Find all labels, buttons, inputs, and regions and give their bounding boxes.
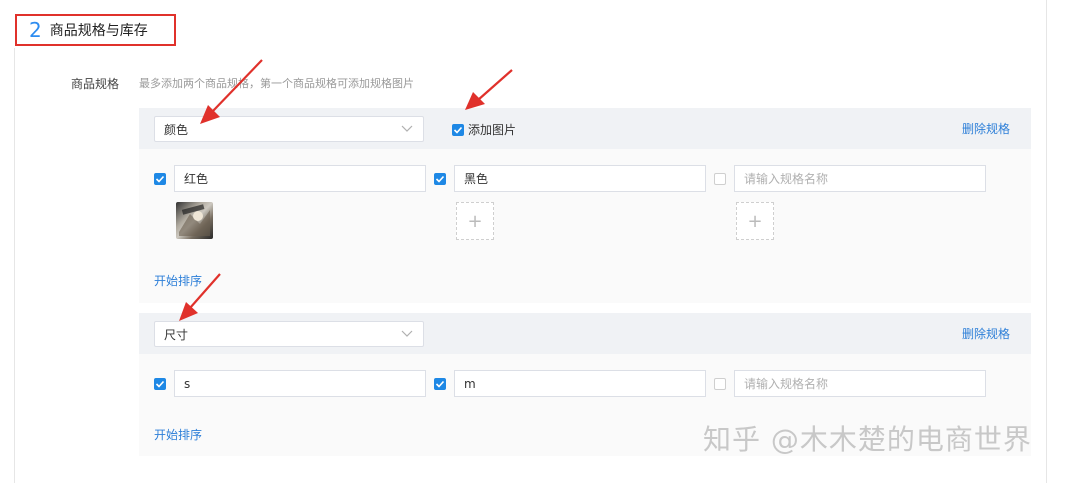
spec-value-checkbox[interactable]	[714, 377, 726, 390]
spec-hint: 最多添加两个商品规格，第一个商品规格可添加规格图片	[139, 77, 414, 90]
check-icon	[435, 380, 445, 388]
spec-value-checkbox[interactable]	[154, 377, 166, 390]
section-number: 2	[29, 18, 42, 42]
add-image-label: 添加图片	[468, 123, 517, 137]
upload-image-button[interactable]: +	[736, 202, 774, 240]
chevron-down-icon	[401, 125, 413, 132]
spec-value-input[interactable]: m	[454, 370, 706, 397]
check-icon	[453, 126, 463, 134]
spec-value-input[interactable]: 黑色	[454, 165, 706, 192]
panel-right-border	[1046, 0, 1047, 483]
annotation-arrow-icon	[465, 69, 513, 110]
plus-icon: +	[747, 210, 763, 232]
plus-icon: +	[467, 210, 483, 232]
spec-value-1-1: 红色	[154, 165, 426, 192]
chevron-down-icon	[401, 330, 413, 337]
check-icon	[155, 380, 165, 388]
spec-group-1-select[interactable]: 颜色	[154, 116, 424, 142]
spec-group-1-body: 红色 黑色 请输入规格名称 + + 开始排序	[139, 149, 1031, 303]
section-title: 商品规格与库存	[49, 23, 148, 39]
spec-value-2-3: 请输入规格名称	[714, 370, 986, 397]
spec-image-thumbnail[interactable]	[176, 202, 213, 239]
watermark-text: 知乎 @木木楚的电商世界	[703, 423, 1032, 456]
spec-value-new-input[interactable]: 请输入规格名称	[734, 370, 986, 397]
spec-value-checkbox[interactable]	[154, 172, 166, 185]
delete-spec-button-1[interactable]: 删除规格	[962, 120, 1010, 137]
spec-group-1-select-value: 颜色	[164, 122, 189, 137]
check-icon	[435, 175, 445, 183]
delete-spec-button-2[interactable]: 删除规格	[962, 325, 1010, 342]
spec-label: 商品规格	[71, 77, 120, 91]
check-icon	[155, 175, 165, 183]
spec-value-1-3: 请输入规格名称	[714, 165, 986, 192]
spec-value-checkbox[interactable]	[434, 172, 446, 185]
start-sort-link-2[interactable]: 开始排序	[154, 426, 202, 443]
spec-value-1-2: 黑色	[434, 165, 706, 192]
panel-left-border	[14, 48, 15, 483]
spec-group-2-header: 尺寸 删除规格	[139, 313, 1031, 354]
spec-value-input[interactable]: s	[174, 370, 426, 397]
start-sort-link-1[interactable]: 开始排序	[154, 272, 202, 289]
spec-value-checkbox[interactable]	[434, 377, 446, 390]
upload-image-button[interactable]: +	[456, 202, 494, 240]
spec-group-1-header: 颜色 添加图片 删除规格	[139, 108, 1031, 149]
add-image-checkbox[interactable]	[452, 123, 464, 136]
spec-value-2-1: s	[154, 370, 426, 397]
spec-group-2-select-value: 尺寸	[164, 327, 189, 342]
spec-value-input[interactable]: 红色	[174, 165, 426, 192]
spec-group-2-select[interactable]: 尺寸	[154, 321, 424, 347]
section-title-box: 2 商品规格与库存	[15, 14, 176, 46]
spec-value-new-input[interactable]: 请输入规格名称	[734, 165, 986, 192]
add-image-toggle[interactable]: 添加图片	[452, 121, 516, 138]
spec-value-checkbox[interactable]	[714, 172, 726, 185]
spec-value-2-2: m	[434, 370, 706, 397]
